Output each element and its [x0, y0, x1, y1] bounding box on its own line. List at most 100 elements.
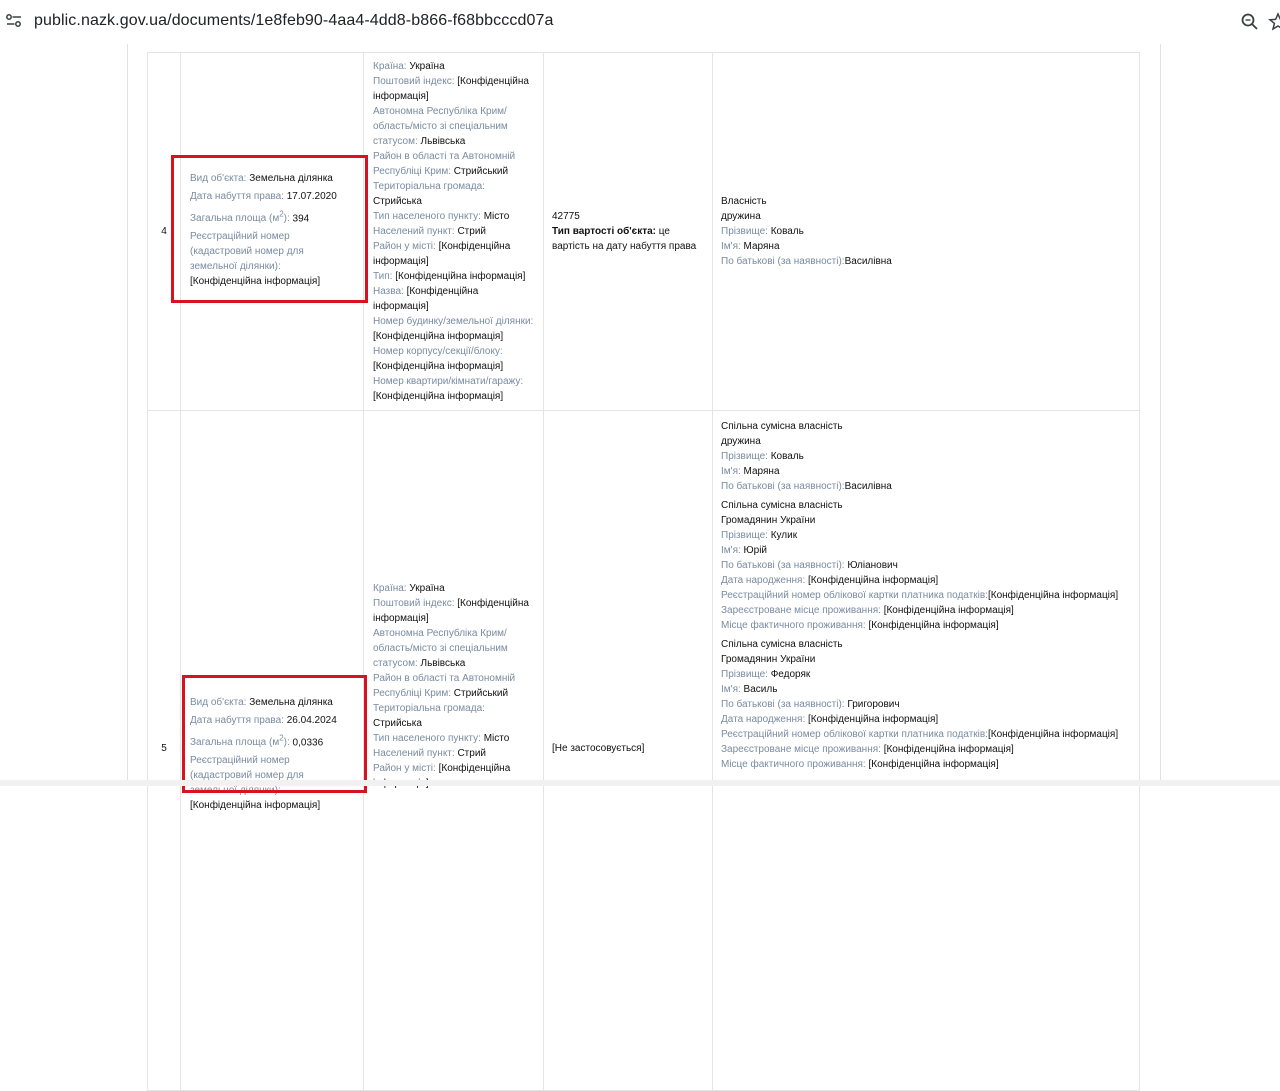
value-not-applicable: [Не застосовується] — [552, 743, 645, 754]
address-value: Стрийський — [453, 688, 509, 699]
patronymic-label: По батькові (за наявності): — [721, 699, 845, 710]
site-settings-icon[interactable] — [5, 12, 23, 30]
name-value: Юрій — [743, 545, 768, 556]
surname-label: Прізвище: — [721, 669, 768, 680]
address-label: Поштовий індекс: — [373, 598, 455, 609]
value-type-label: Тип вартості об'єкта: — [552, 226, 656, 237]
owner-relation: дружина — [721, 211, 761, 222]
surname-value: Федоряк — [770, 669, 811, 680]
owner-block: Спільна сумісна власність Громадянин Укр… — [721, 498, 1131, 633]
name-value: Василь — [743, 684, 778, 695]
owner-relation: Громадянин України — [721, 654, 816, 665]
patronymic-value: Юліанович — [847, 560, 898, 571]
patronymic-label: По батькові (за наявності): — [721, 481, 845, 492]
owner-relation: дружина — [721, 436, 761, 447]
address-value: Львівська — [420, 136, 466, 147]
address-label: Населений пункт: — [373, 748, 455, 759]
highlight-box-row-4 — [171, 155, 368, 303]
tax-number-value: [Конфіденційна інформація] — [987, 590, 1119, 601]
tax-number-value: [Конфіденційна інформація] — [987, 729, 1119, 740]
ownership-type: Спільна сумісна власність — [721, 421, 843, 432]
registered-residence-value: [Конфіденційна інформація] — [883, 605, 1014, 616]
tax-number-label: Реєстраційний номер облікової картки пла… — [721, 590, 988, 601]
address-label: Номер будинку/земельної ділянки: — [373, 316, 534, 327]
address-value: Стрийська — [373, 718, 422, 729]
address-value: Україна — [409, 583, 445, 594]
horizontal-scrollbar[interactable] — [0, 780, 1280, 786]
address-label: Номер квартири/кімнати/гаражу: — [373, 376, 524, 387]
name-label: Ім'я: — [721, 545, 741, 556]
address-label: Тип населеного пункту: — [373, 733, 481, 744]
surname-label: Прізвище: — [721, 530, 768, 541]
cadastral-value: [Конфіденційна інформація] — [190, 800, 321, 812]
surname-value: Коваль — [770, 451, 804, 462]
address-value: Місто — [483, 733, 510, 744]
row-number: 5 — [161, 743, 167, 754]
birth-date-label: Дата народження: — [721, 575, 806, 586]
address-label: Район у місті: — [373, 763, 436, 774]
address-value: [Конфіденційна інформація] — [395, 271, 526, 282]
row-number: 4 — [161, 226, 167, 237]
address-value: Стрийська — [373, 196, 422, 207]
address-bar: public.nazk.gov.ua/documents/1e8feb90-4a… — [0, 0, 1280, 45]
highlight-box-row-5 — [182, 675, 367, 793]
owner-block: Власність дружина Прізвище: Коваль Ім'я:… — [721, 194, 1131, 269]
birth-date-value: [Конфіденційна інформація] — [808, 575, 939, 586]
registered-residence-value: [Конфіденційна інформація] — [883, 744, 1014, 755]
patronymic-value: Григорович — [847, 699, 900, 710]
address-label: Територіальна громада: — [373, 703, 485, 714]
address-label: Країна: — [373, 583, 407, 594]
value-cell: [Не застосовується] — [543, 410, 713, 1091]
address-label: Номер корпусу/секції/блоку: — [373, 346, 503, 357]
address-value: [Конфіденційна інформація] — [373, 391, 504, 402]
patronymic-label: По батькові (за наявності): — [721, 560, 845, 571]
address-value: Стрий — [457, 748, 486, 759]
surname-label: Прізвище: — [721, 451, 768, 462]
address-label: Тип населеного пункту: — [373, 211, 481, 222]
ownership-type: Спільна сумісна власність — [721, 500, 843, 511]
address-label: Назва: — [373, 286, 404, 297]
owners-cell: Власність дружина Прізвище: Коваль Ім'я:… — [712, 52, 1140, 411]
value-amount: 42775 — [552, 211, 580, 222]
ownership-type: Спільна сумісна власність — [721, 639, 843, 650]
name-label: Ім'я: — [721, 241, 741, 252]
owner-block: Спільна сумісна власність Громадянин Укр… — [721, 637, 1131, 772]
tax-number-label: Реєстраційний номер облікової картки пла… — [721, 729, 988, 740]
address-cell: Країна: Україна Поштовий індекс: [Конфід… — [363, 52, 544, 411]
address-value: Місто — [483, 211, 510, 222]
actual-residence-label: Місце фактичного проживання: — [721, 759, 866, 770]
owners-cell: Спільна сумісна власність дружина Прізви… — [712, 410, 1140, 1091]
name-value: Маряна — [743, 241, 780, 252]
patronymic-value: Василівна — [844, 481, 892, 492]
birth-date-label: Дата народження: — [721, 714, 806, 725]
address-value: Стрий — [457, 226, 486, 237]
bookmark-star-icon[interactable] — [1268, 12, 1280, 32]
address-label: Район у місті: — [373, 241, 436, 252]
owner-block: Спільна сумісна власність дружина Прізви… — [721, 419, 1131, 494]
address-value: Львівська — [420, 658, 466, 669]
address-label: Країна: — [373, 61, 407, 72]
address-label: Тип: — [373, 271, 393, 282]
patronymic-label: По батькові (за наявності): — [721, 256, 845, 267]
address-value: [Конфіденційна інформація] — [373, 361, 504, 372]
address-label: Поштовий індекс: — [373, 76, 455, 87]
address-label: Територіальна громада: — [373, 181, 485, 192]
url-text[interactable]: public.nazk.gov.ua/documents/1e8feb90-4a… — [34, 12, 553, 30]
address-value: Україна — [409, 61, 445, 72]
surname-label: Прізвище: — [721, 226, 768, 237]
address-value: Стрийський — [453, 166, 509, 177]
address-label: Населений пункт: — [373, 226, 455, 237]
birth-date-value: [Конфіденційна інформація] — [808, 714, 939, 725]
patronymic-value: Василівна — [844, 256, 892, 267]
actual-residence-value: [Конфіденційна інформація] — [868, 620, 999, 631]
row-number-cell: 5 — [147, 410, 181, 1091]
zoom-icon[interactable] — [1240, 12, 1260, 32]
page-content: 4 Вид об'єкта: Земельна ділянка Дата наб… — [0, 44, 1280, 1091]
surname-value: Кулик — [770, 530, 798, 541]
address-value: [Конфіденційна інформація] — [373, 331, 504, 342]
name-label: Ім'я: — [721, 466, 741, 477]
registered-residence-label: Зареєстроване місце проживання: — [721, 605, 881, 616]
name-value: Маряна — [743, 466, 780, 477]
registered-residence-label: Зареєстроване місце проживання: — [721, 744, 881, 755]
name-label: Ім'я: — [721, 684, 741, 695]
